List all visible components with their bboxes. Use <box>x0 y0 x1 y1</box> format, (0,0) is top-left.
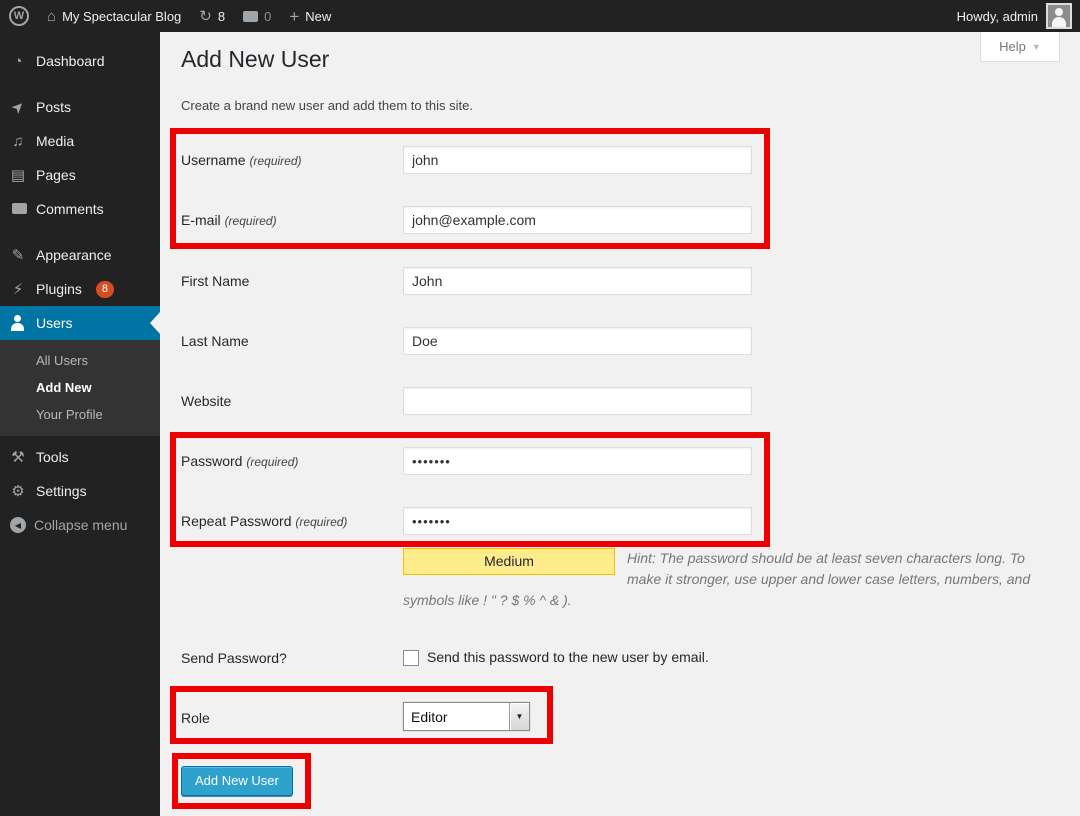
updates-count: 8 <box>218 9 225 24</box>
media-icon: ♫ <box>8 134 28 149</box>
repeat-password-input[interactable] <box>403 507 752 535</box>
updates-icon: ↻ <box>199 9 212 24</box>
sidebar-item-tools[interactable]: ⚒ Tools <box>0 440 160 474</box>
send-password-checkbox[interactable] <box>403 650 419 666</box>
sidebar-item-settings[interactable]: ⚙ Settings <box>0 474 160 508</box>
collapse-menu-button[interactable]: ◀ Collapse menu <box>0 508 160 542</box>
sidebar-item-posts[interactable]: ➤ Posts <box>0 90 160 124</box>
help-label: Help <box>999 39 1026 54</box>
sidebar-label-media: Media <box>36 133 74 149</box>
sidebar-item-pages[interactable]: ▤ Pages <box>0 158 160 192</box>
last-name-input[interactable] <box>403 327 752 355</box>
sidebar-item-plugins[interactable]: ⚡ Plugins 8 <box>0 272 160 306</box>
howdy-account-link[interactable]: Howdy, admin <box>957 9 1038 24</box>
select-arrow-icon: ▼ <box>509 703 529 730</box>
send-password-text: Send this password to the new user by em… <box>427 649 709 665</box>
avatar[interactable] <box>1046 3 1072 29</box>
website-label: Website <box>181 393 396 409</box>
dashboard-icon: ◔ <box>8 54 28 69</box>
role-selected-value: Editor <box>404 709 509 725</box>
wordpress-logo-menu[interactable]: W <box>0 0 38 32</box>
sidebar-label-settings: Settings <box>36 483 87 499</box>
new-label: New <box>305 9 331 24</box>
send-password-label: Send Password? <box>181 650 396 666</box>
admin-bar: W ⌂ My Spectacular Blog ↻ 8 0 + New Howd… <box>0 0 1080 32</box>
role-select[interactable]: Editor ▼ <box>403 702 530 731</box>
sidebar-label-plugins: Plugins <box>36 281 82 297</box>
repeat-password-label: Repeat Password (required) <box>181 513 396 529</box>
users-submenu: All Users Add New Your Profile <box>0 340 160 436</box>
role-label: Role <box>181 710 396 726</box>
sidebar-item-add-new[interactable]: Add New <box>0 374 160 401</box>
sidebar-label-pages: Pages <box>36 167 76 183</box>
last-name-label: Last Name <box>181 333 396 349</box>
first-name-input[interactable] <box>403 267 752 295</box>
users-icon <box>8 315 28 331</box>
gear-icon: ⚙ <box>8 484 28 499</box>
home-icon: ⌂ <box>47 9 56 24</box>
pages-icon: ▤ <box>8 168 28 183</box>
sidebar-item-appearance[interactable]: ✎ Appearance <box>0 238 160 272</box>
website-input[interactable] <box>403 387 752 415</box>
sidebar-item-users[interactable]: Users <box>0 306 160 340</box>
plugins-update-badge: 8 <box>96 281 114 298</box>
email-input[interactable] <box>403 206 752 234</box>
comments-count: 0 <box>264 9 271 24</box>
plugin-icon: ⚡ <box>8 282 28 297</box>
password-hint-block: Medium Hint: The password should be at l… <box>403 548 1031 611</box>
site-name-link[interactable]: ⌂ My Spectacular Blog <box>38 0 190 32</box>
pushpin-icon: ➤ <box>8 100 28 115</box>
sidebar-label-posts: Posts <box>36 99 71 115</box>
page-title: Add New User <box>181 46 329 73</box>
password-strength-meter: Medium <box>403 548 615 575</box>
first-name-label: First Name <box>181 273 396 289</box>
help-button[interactable]: Help ▼ <box>980 32 1060 62</box>
collapse-menu-label: Collapse menu <box>34 517 127 533</box>
password-input[interactable] <box>403 447 752 475</box>
comments-link[interactable]: 0 <box>234 0 280 32</box>
sidebar-item-dashboard[interactable]: ◔ Dashboard <box>0 44 160 78</box>
page-subtitle: Create a brand new user and add them to … <box>181 98 473 113</box>
sidebar-label-comments: Comments <box>36 201 104 217</box>
plus-icon: + <box>289 8 299 25</box>
site-name-label: My Spectacular Blog <box>62 9 181 24</box>
wordpress-logo-icon: W <box>9 6 29 26</box>
sidebar-item-media[interactable]: ♫ Media <box>0 124 160 158</box>
sidebar-item-all-users[interactable]: All Users <box>0 347 160 374</box>
wrench-icon: ⚒ <box>8 450 28 465</box>
sidebar-label-dashboard: Dashboard <box>36 53 105 69</box>
admin-sidebar: ◔ Dashboard ➤ Posts ♫ Media ▤ Pages Comm… <box>0 32 160 816</box>
paintbrush-icon: ✎ <box>8 248 28 263</box>
password-label: Password (required) <box>181 453 396 469</box>
username-label: Username (required) <box>181 152 396 168</box>
add-new-user-button[interactable]: Add New User <box>181 766 293 796</box>
sidebar-label-appearance: Appearance <box>36 247 112 263</box>
sidebar-item-comments[interactable]: Comments <box>0 192 160 226</box>
email-label: E-mail (required) <box>181 212 396 228</box>
sidebar-label-users: Users <box>36 315 73 331</box>
sidebar-label-tools: Tools <box>36 449 69 465</box>
updates-link[interactable]: ↻ 8 <box>190 0 234 32</box>
username-input[interactable] <box>403 146 752 174</box>
new-content-menu[interactable]: + New <box>280 0 340 32</box>
chevron-down-icon: ▼ <box>1032 42 1041 52</box>
collapse-arrow-icon: ◀ <box>10 517 26 533</box>
comments-icon <box>8 202 28 217</box>
comment-bubble-icon <box>243 11 258 22</box>
current-menu-arrow <box>150 312 160 334</box>
sidebar-item-your-profile[interactable]: Your Profile <box>0 401 160 428</box>
